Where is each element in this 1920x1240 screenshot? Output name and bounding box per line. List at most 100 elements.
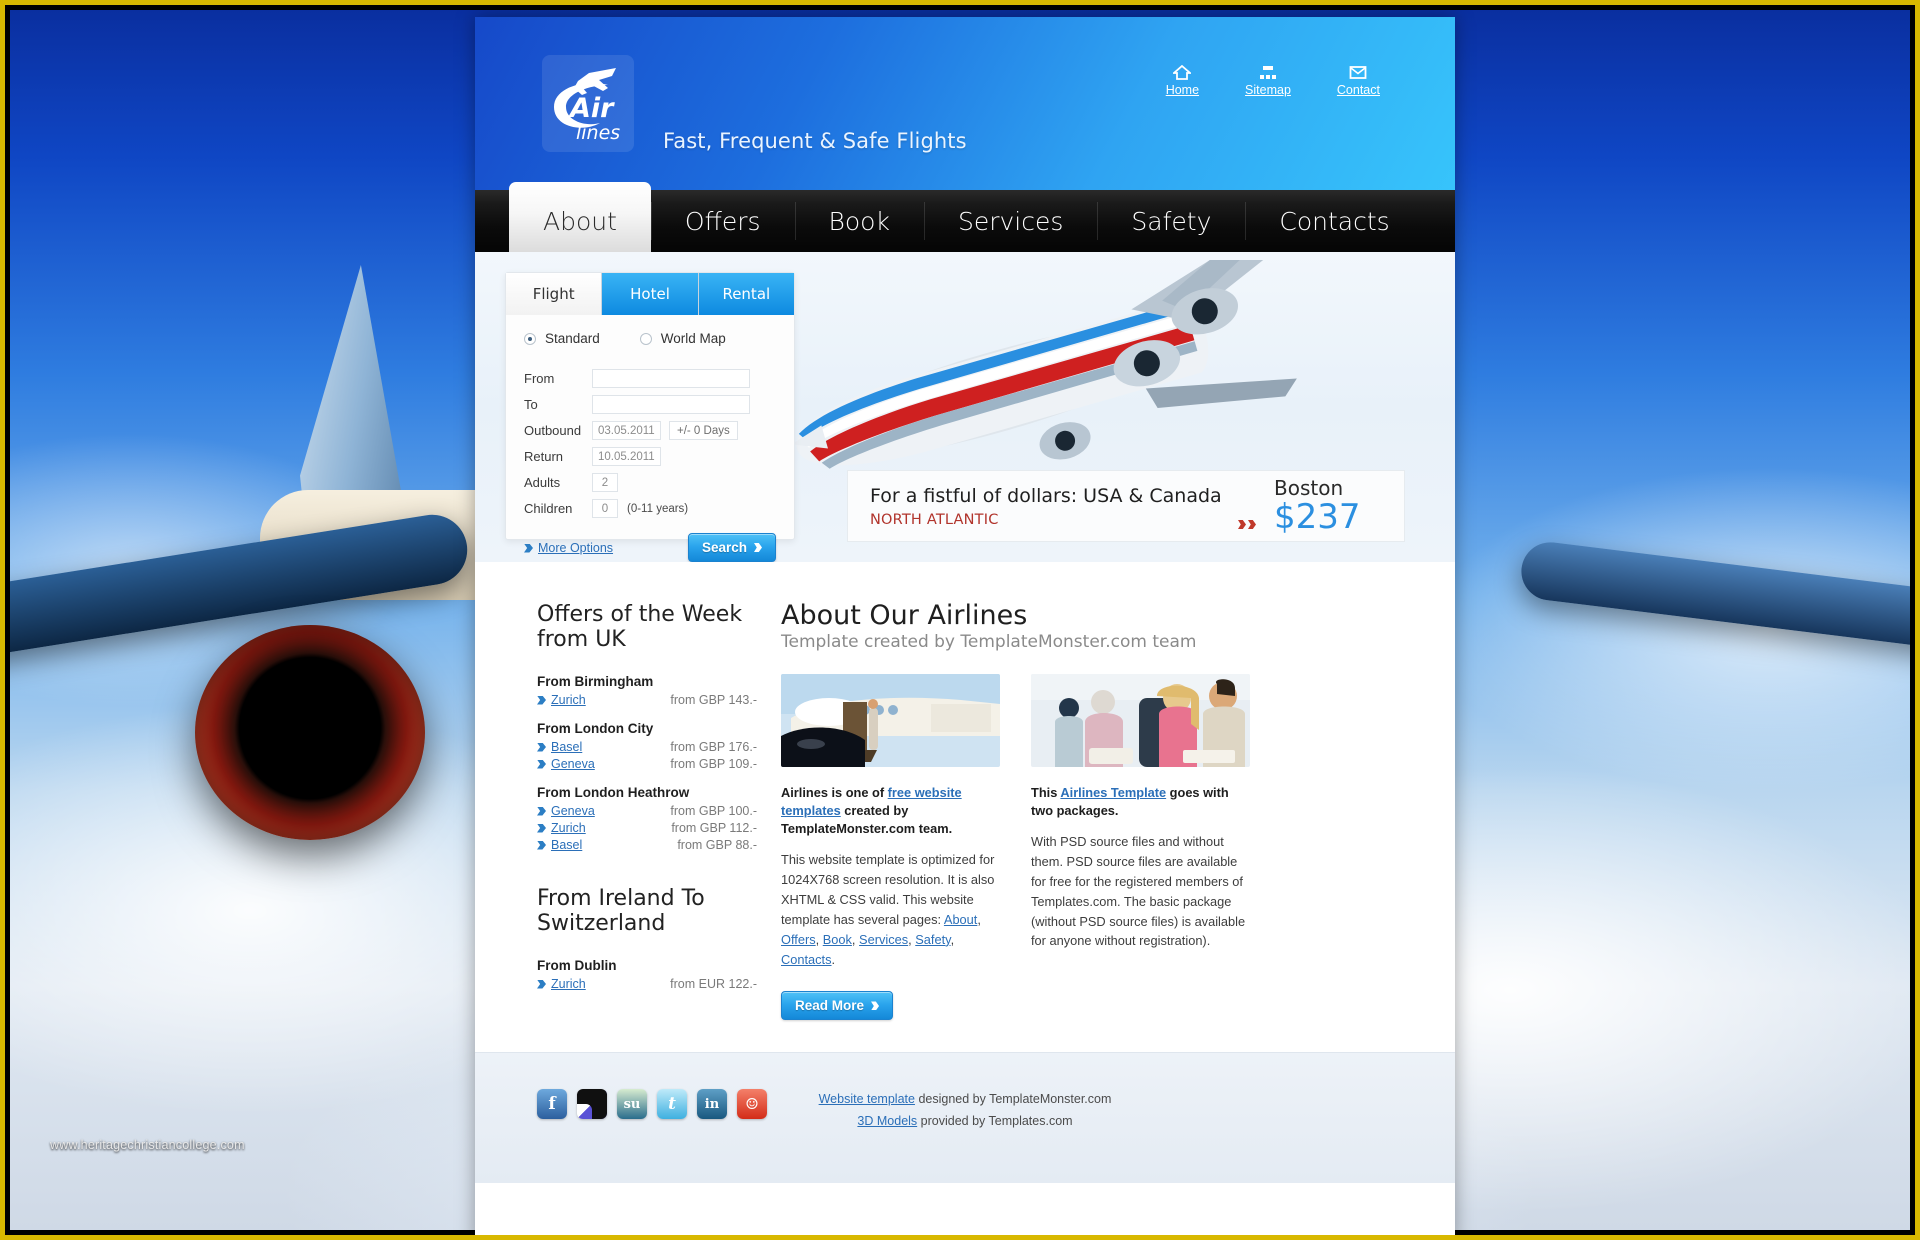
offer-row[interactable]: Geneva from GBP 100.- bbox=[537, 804, 757, 818]
offer-group-title: From London City bbox=[537, 721, 654, 736]
page-link-offers[interactable]: Offers bbox=[781, 932, 816, 947]
promo-offer-strip[interactable]: For a fistful of dollars: USA & Canada N… bbox=[847, 470, 1405, 542]
right-body-paragraph: With PSD source files and without them. … bbox=[1031, 834, 1246, 949]
booking-mode-group: Standard World Map bbox=[524, 331, 776, 346]
top-link-contact[interactable]: Contact bbox=[1337, 65, 1380, 97]
promo-text: For a fistful of dollars: USA & Canada N… bbox=[870, 485, 1238, 528]
home-icon bbox=[1171, 64, 1193, 80]
site-footer: f su t in ☺ Website template designed by… bbox=[475, 1052, 1455, 1184]
radio-standard[interactable]: Standard bbox=[524, 331, 600, 346]
outbound-date-input[interactable]: 03.05.2011 bbox=[592, 421, 661, 440]
3d-models-link[interactable]: 3D Models bbox=[857, 1114, 917, 1128]
offer-price: from EUR 122.- bbox=[670, 977, 757, 991]
watermark-text: www.heritagechristiancollege.com bbox=[50, 1138, 245, 1152]
airlines-template-link[interactable]: Airlines Template bbox=[1060, 785, 1166, 800]
arrow-bullet-icon bbox=[537, 806, 546, 816]
nav-item-contacts[interactable]: Contacts bbox=[1245, 190, 1423, 252]
children-label: Children bbox=[524, 501, 573, 516]
article-columns: Airlines is one of free website template… bbox=[781, 784, 1415, 1021]
hero-airplane-image bbox=[791, 260, 1331, 469]
field-row-to: To bbox=[524, 394, 776, 415]
browser-frame: www.heritagechristiancollege.com Air lin… bbox=[0, 0, 1920, 1240]
page-link-contacts[interactable]: Contacts bbox=[781, 952, 832, 967]
top-link-label: Sitemap bbox=[1245, 83, 1291, 97]
nav-item-offers[interactable]: Offers bbox=[650, 190, 795, 252]
field-row-return: Return 10.05.2011 bbox=[524, 446, 776, 467]
offer-group: From London Heathrow Geneva from GBP 100… bbox=[537, 785, 757, 852]
offer-city-link[interactable]: Geneva bbox=[551, 757, 595, 771]
nav-item-about[interactable]: About bbox=[509, 182, 651, 252]
top-link-home[interactable]: Home bbox=[1165, 64, 1200, 97]
radio-world-map[interactable]: World Map bbox=[639, 331, 726, 346]
top-link-label: Contact bbox=[1336, 83, 1380, 97]
outbound-label: Outbound bbox=[524, 423, 582, 438]
page-link-services[interactable]: Services bbox=[859, 932, 908, 947]
field-row-adults: Adults 2 bbox=[524, 472, 776, 493]
nav-item-safety[interactable]: Safety bbox=[1097, 190, 1245, 252]
from-label: From bbox=[524, 371, 555, 386]
promo-subtitle: NORTH ATLANTIC bbox=[870, 511, 999, 528]
offer-city-link[interactable]: Zurich bbox=[551, 693, 586, 707]
background-wing-left bbox=[10, 509, 473, 661]
offer-row[interactable]: Basel from GBP 88.- bbox=[537, 838, 757, 852]
content-area: Offers of the Week from UK From Birmingh… bbox=[475, 562, 1455, 1021]
field-row-children: Children 0 (0-11 years) bbox=[524, 498, 776, 519]
offer-city-link[interactable]: Zurich bbox=[551, 977, 586, 991]
hero-section: Flight Hotel Rental Standard World Map F… bbox=[475, 252, 1455, 562]
footer-line-2: 3D Models provided by Templates.com bbox=[475, 1111, 1455, 1133]
to-input[interactable] bbox=[592, 395, 750, 414]
booking-tab-rental[interactable]: Rental bbox=[698, 273, 794, 315]
offer-price: from GBP 143.- bbox=[670, 693, 757, 707]
top-link-label: Home bbox=[1165, 83, 1200, 97]
website-template-link[interactable]: Website template bbox=[819, 1092, 915, 1106]
offer-row[interactable]: Geneva from GBP 109.- bbox=[537, 757, 757, 771]
offer-row[interactable]: Basel from GBP 176.- bbox=[537, 740, 757, 754]
offer-row[interactable]: Zurich from EUR 122.- bbox=[537, 977, 757, 991]
footer-line-1-text: designed by TemplateMonster.com bbox=[914, 1092, 1112, 1107]
page-link-about[interactable]: About bbox=[944, 912, 977, 927]
offer-row[interactable]: Zurich from GBP 143.- bbox=[537, 693, 757, 707]
booking-widget: Flight Hotel Rental Standard World Map F… bbox=[505, 272, 795, 562]
promo-price-block: Boston $237 bbox=[1262, 476, 1382, 536]
logo[interactable]: Air lines bbox=[542, 55, 634, 152]
more-options-link[interactable]: More Options bbox=[524, 539, 613, 557]
search-button[interactable]: Search bbox=[687, 533, 776, 562]
read-more-button[interactable]: Read More bbox=[781, 991, 894, 1021]
nav-item-services[interactable]: Services bbox=[923, 190, 1097, 252]
promo-price: $237 bbox=[1274, 497, 1361, 538]
sitemap-icon bbox=[1259, 65, 1277, 80]
page-link-book[interactable]: Book bbox=[823, 932, 852, 947]
children-age-note: (0-11 years) bbox=[627, 502, 689, 515]
promo-next-arrows-icon[interactable] bbox=[1238, 520, 1262, 529]
offer-city-link[interactable]: Geneva bbox=[551, 804, 595, 818]
envelope-icon bbox=[1349, 65, 1367, 80]
offer-group-title: From Dublin bbox=[537, 958, 617, 973]
arrow-bullet-icon bbox=[537, 823, 546, 833]
children-input[interactable]: 0 bbox=[592, 499, 618, 518]
offer-city-link[interactable]: Zurich bbox=[551, 821, 586, 835]
booking-tab-flight[interactable]: Flight bbox=[506, 273, 603, 315]
plus-minus-days-field[interactable]: +/- 0 Days bbox=[669, 421, 738, 440]
photo-private-jet bbox=[781, 674, 1000, 767]
return-label: Return bbox=[524, 449, 564, 464]
more-options-label: More Options bbox=[538, 540, 614, 555]
main-navigation: About Offers Book Services Safety Contac… bbox=[475, 182, 1455, 252]
arrow-bullet-icon bbox=[537, 742, 546, 752]
page-link-safety[interactable]: Safety bbox=[915, 932, 950, 947]
from-input[interactable] bbox=[592, 369, 750, 388]
adults-input[interactable]: 2 bbox=[592, 473, 618, 492]
top-utility-links: Home Sitemap Contact bbox=[1165, 64, 1380, 97]
top-link-sitemap[interactable]: Sitemap bbox=[1245, 65, 1291, 97]
offer-row[interactable]: Zurich from GBP 112.- bbox=[537, 821, 757, 835]
offer-city-link[interactable]: Basel bbox=[551, 838, 582, 852]
offer-price: from GBP 109.- bbox=[670, 757, 757, 771]
footer-credits: Website template designed by TemplateMon… bbox=[475, 1089, 1455, 1133]
nav-item-book[interactable]: Book bbox=[794, 190, 924, 252]
offer-price: from GBP 112.- bbox=[671, 821, 757, 835]
left-lead-pre: Airlines is one of bbox=[781, 785, 888, 800]
background-wing-right bbox=[1518, 539, 1910, 649]
return-date-input[interactable]: 10.05.2011 bbox=[592, 447, 661, 466]
booking-tab-hotel[interactable]: Hotel bbox=[602, 273, 699, 315]
background-engine bbox=[195, 625, 425, 840]
offer-city-link[interactable]: Basel bbox=[551, 740, 582, 754]
